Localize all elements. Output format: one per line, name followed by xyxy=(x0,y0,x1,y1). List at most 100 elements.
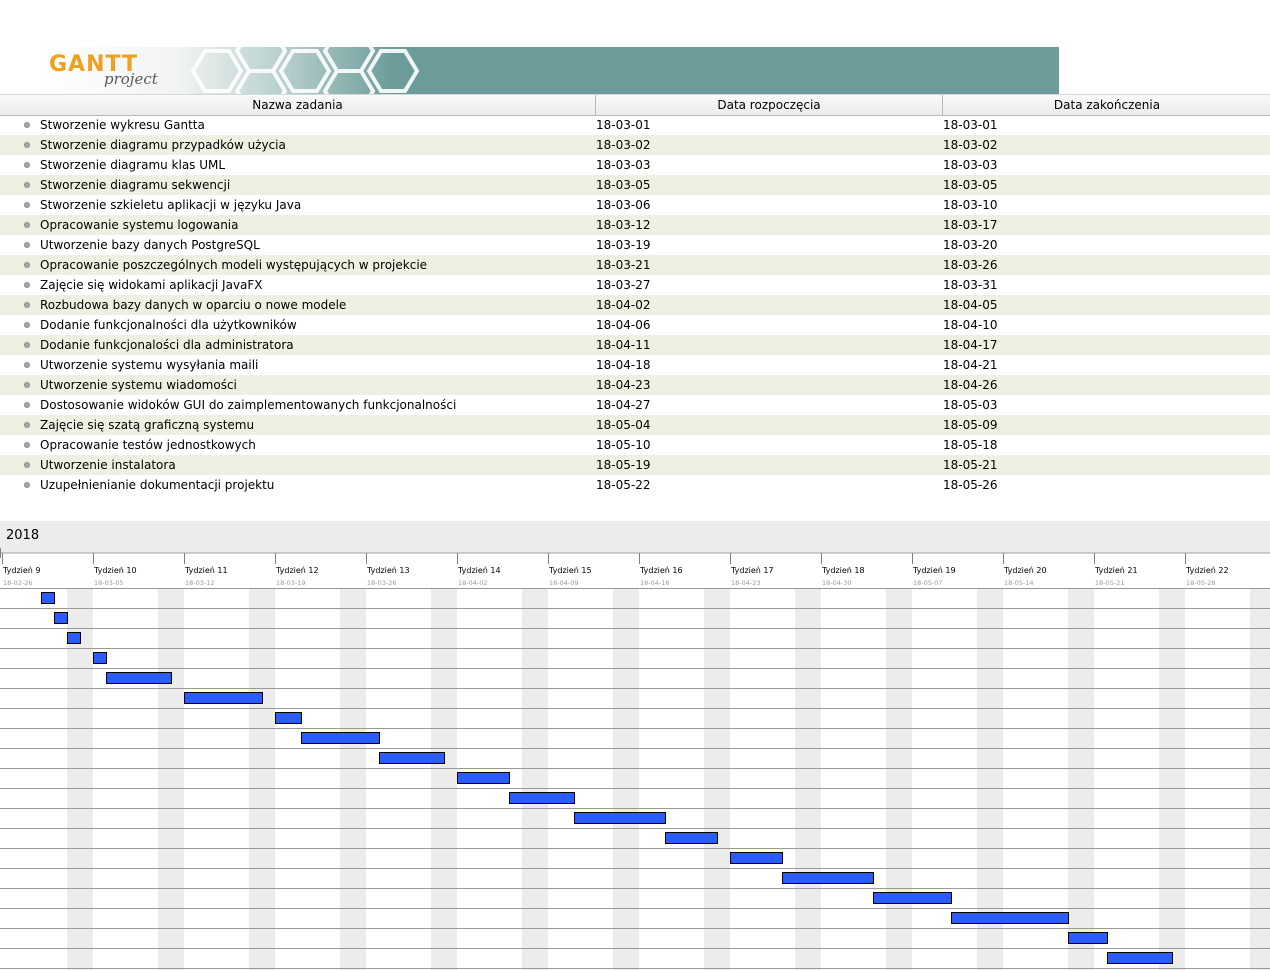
weekend-shade xyxy=(1159,588,1185,970)
task-end-date: 18-03-26 xyxy=(943,258,998,272)
task-start-date: 18-03-19 xyxy=(596,238,651,252)
table-row[interactable]: Stworzenie wykresu Gantta 18-03-01 18-03-0… xyxy=(0,115,1270,135)
week-label: Tydzień 12 xyxy=(275,566,319,575)
table-row[interactable]: Rozbudowa bazy danych w oparciu o nowe m… xyxy=(0,295,1270,315)
table-row[interactable]: Opracowanie systemu logowania 18-03-12 18-… xyxy=(0,215,1270,235)
table-row[interactable]: Opracowanie poszczególnych modeli występ… xyxy=(0,255,1270,275)
task-start-date: 18-03-06 xyxy=(596,198,651,212)
table-row[interactable]: Stworzenie diagramu klas UML 18-03-03 18-0… xyxy=(0,155,1270,175)
ganttproject-logo: GANTT project xyxy=(49,52,158,88)
week-label: Tydzień 19 xyxy=(912,566,956,575)
task-bar xyxy=(93,652,107,664)
task-start-date: 18-04-18 xyxy=(596,358,651,372)
task-bar xyxy=(509,792,575,804)
task-name: Utworzenie bazy danych PostgreSQL xyxy=(40,238,260,252)
week-label: Tydzień 21 xyxy=(1094,566,1138,575)
task-name: Stworzenie diagramu klas UML xyxy=(40,158,226,172)
hexagon-pattern-icon xyxy=(190,47,420,94)
week-label: Tydzień 16 xyxy=(639,566,683,575)
table-row[interactable]: Uzupełnienianie dokumentacji projektu 18-… xyxy=(0,475,1270,495)
task-end-date: 18-04-05 xyxy=(943,298,998,312)
column-header-start[interactable]: Data rozpoczęcia xyxy=(595,95,942,115)
task-bar xyxy=(106,672,172,684)
task-start-date: 18-04-02 xyxy=(596,298,651,312)
task-bar xyxy=(1068,932,1108,944)
task-start-date: 18-03-21 xyxy=(596,258,651,272)
task-bullet-icon xyxy=(24,162,30,168)
week-label: Tydzień 14 xyxy=(457,566,501,575)
week-date-label: 18-04-23 xyxy=(731,579,761,587)
task-bar xyxy=(67,632,81,644)
task-bar xyxy=(951,912,1069,924)
week-date-label: 18-02-26 xyxy=(3,579,33,587)
table-row[interactable]: Dodanie funkcjonalości dla administrator… xyxy=(0,335,1270,355)
task-end-date: 18-04-21 xyxy=(943,358,998,372)
task-name: Zajęcie się widokami aplikacji JavaFX xyxy=(40,278,263,292)
column-header-name[interactable]: Nazwa zadania xyxy=(0,95,595,115)
task-end-date: 18-03-31 xyxy=(943,278,998,292)
table-row[interactable]: Stworzenie diagramu przypadków użycia 18-… xyxy=(0,135,1270,155)
task-start-date: 18-03-27 xyxy=(596,278,651,292)
task-end-date: 18-05-18 xyxy=(943,438,998,452)
task-start-date: 18-04-06 xyxy=(596,318,651,332)
week-date-label: 18-05-28 xyxy=(1186,579,1216,587)
task-end-date: 18-03-05 xyxy=(943,178,998,192)
task-end-date: 18-03-03 xyxy=(943,158,998,172)
week-label: Tydzień 20 xyxy=(1003,566,1047,575)
week-label: Tydzień 15 xyxy=(548,566,592,575)
task-name: Utworzenie systemu wiadomości xyxy=(40,378,237,392)
task-bullet-icon xyxy=(24,122,30,128)
table-row[interactable]: Dodanie funkcjonalności dla użytkowników… xyxy=(0,315,1270,335)
task-table-header: Nazwa zadania Data rozpoczęcia Data zako… xyxy=(0,94,1270,116)
task-bar xyxy=(665,832,718,844)
task-bar xyxy=(41,592,55,604)
task-name: Stworzenie wykresu Gantta xyxy=(40,118,205,132)
task-bar xyxy=(457,772,510,784)
week-date-label: 18-04-09 xyxy=(549,579,579,587)
weekend-shade xyxy=(1250,588,1270,970)
task-bullet-icon xyxy=(24,402,30,408)
task-start-date: 18-05-04 xyxy=(596,418,651,432)
task-bar xyxy=(184,692,263,704)
task-bar xyxy=(1107,952,1173,964)
week-date-label: 18-04-02 xyxy=(458,579,488,587)
column-header-end[interactable]: Data zakończenia xyxy=(942,95,1270,115)
week-label: Tydzień 13 xyxy=(366,566,410,575)
task-name: Uzupełnienianie dokumentacji projektu xyxy=(40,478,275,492)
table-row[interactable]: Zajęcie się szatą graficzną systemu 18-05… xyxy=(0,415,1270,435)
table-row[interactable]: Stworzenie szkieletu aplikacji w języku … xyxy=(0,195,1270,215)
week-date-label: 18-03-12 xyxy=(185,579,215,587)
table-row[interactable]: Dostosowanie widoków GUI do zaimplemento… xyxy=(0,395,1270,415)
task-start-date: 18-03-01 xyxy=(596,118,651,132)
table-row[interactable]: Utworzenie bazy danych PostgreSQL 18-03-1… xyxy=(0,235,1270,255)
task-bullet-icon xyxy=(24,262,30,268)
table-row[interactable]: Stworzenie diagramu sekwencji 18-03-05 18-… xyxy=(0,175,1270,195)
task-start-date: 18-03-02 xyxy=(596,138,651,152)
task-table-body: Stworzenie wykresu Gantta 18-03-01 18-03-0… xyxy=(0,115,1270,495)
weekend-shade xyxy=(886,588,912,970)
task-bullet-icon xyxy=(24,242,30,248)
table-row[interactable]: Utworzenie systemu wysyłania maili 18-04-… xyxy=(0,355,1270,375)
task-end-date: 18-05-21 xyxy=(943,458,998,472)
task-end-date: 18-03-02 xyxy=(943,138,998,152)
task-bar xyxy=(54,612,68,624)
task-end-date: 18-05-03 xyxy=(943,398,998,412)
task-name: Dostosowanie widoków GUI do zaimplemento… xyxy=(40,398,457,412)
table-row[interactable]: Utworzenie systemu wiadomości 18-04-23 18-… xyxy=(0,375,1270,395)
year-label: 2018 xyxy=(6,528,40,543)
week-date-label: 18-03-19 xyxy=(276,579,306,587)
task-start-date: 18-03-05 xyxy=(596,178,651,192)
task-bullet-icon xyxy=(24,462,30,468)
task-end-date: 18-05-26 xyxy=(943,478,998,492)
table-row[interactable]: Zajęcie się widokami aplikacji JavaFX 18-… xyxy=(0,275,1270,295)
week-date-label: 18-04-16 xyxy=(640,579,670,587)
week-label: Tydzień 17 xyxy=(730,566,774,575)
table-row[interactable]: Opracowanie testów jednostkowych 18-05-10… xyxy=(0,435,1270,455)
task-name: Stworzenie diagramu sekwencji xyxy=(40,178,231,192)
task-bar xyxy=(574,812,666,824)
weekend-shade xyxy=(795,588,821,970)
table-row[interactable]: Utworzenie instalatora 18-05-19 18-05-21 xyxy=(0,455,1270,475)
task-start-date: 18-03-12 xyxy=(596,218,651,232)
week-date-label: 18-05-07 xyxy=(913,579,943,587)
week-date-label: 18-05-21 xyxy=(1095,579,1125,587)
